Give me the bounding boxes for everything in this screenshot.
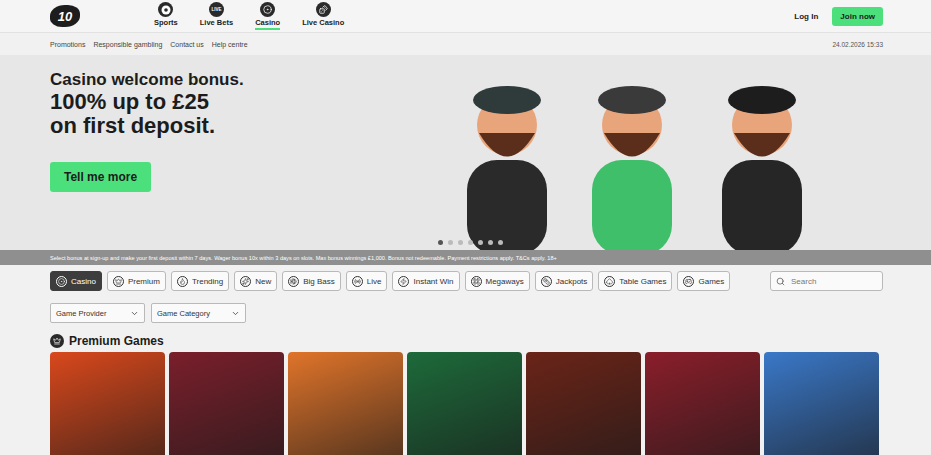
game-tile[interactable] (645, 352, 760, 455)
chevron-down-icon (231, 309, 240, 318)
game-tile[interactable] (764, 352, 879, 455)
logo[interactable]: 10 (50, 5, 80, 27)
characters-icon (412, 55, 862, 250)
filter-dropdown[interactable]: Game Category (151, 303, 246, 323)
category-icon (288, 276, 299, 287)
nav-item[interactable]: LIVELive Bets (200, 2, 233, 30)
carousel-dot[interactable] (438, 240, 443, 245)
timestamp: 24.02.2026 15:33 (832, 41, 883, 48)
carousel-dot[interactable] (488, 240, 493, 245)
hero-headline: on first deposit. (50, 114, 370, 138)
main-nav: Sports LIVELive Bets Casino Live Casino (154, 2, 794, 30)
terms-strip: Select bonus at sign-up and make your fi… (0, 250, 931, 265)
character-figure (592, 86, 672, 250)
game-row (0, 352, 931, 455)
category-chip[interactable]: Games (677, 271, 730, 291)
ball-icon (161, 5, 171, 15)
crown-icon (50, 334, 64, 348)
section-header: Premium Games (0, 334, 931, 348)
game-tile[interactable] (526, 352, 641, 455)
search-icon (776, 277, 785, 286)
filter-dropdown[interactable]: Game Provider (50, 303, 145, 323)
category-chip[interactable]: Megaways (465, 271, 530, 291)
category-icon (683, 276, 694, 287)
sub-nav-link[interactable]: Contact us (170, 41, 203, 48)
top-bar: 10 Sports LIVELive Bets Casino Live Casino Lo… (0, 0, 931, 32)
carousel-dot[interactable] (458, 240, 463, 245)
sub-nav-link[interactable]: Responsible gambling (93, 41, 162, 48)
carousel-dot[interactable] (448, 240, 453, 245)
game-tile[interactable] (169, 352, 284, 455)
category-icon (398, 276, 409, 287)
category-chip[interactable]: Jackpots (535, 271, 594, 291)
carousel-dot[interactable] (498, 240, 503, 245)
nav-item[interactable]: Sports (154, 2, 178, 30)
hero-banner: Casino welcome bonus.100% up to £25on fi… (0, 55, 931, 265)
category-icon (604, 276, 615, 287)
tell-me-more-button[interactable]: Tell me more (50, 162, 151, 192)
search-field[interactable] (770, 271, 883, 291)
sub-nav: Promotions Responsible gambling Contact us… (0, 32, 931, 55)
filter-row: Game Provider Game Category (0, 303, 931, 323)
game-tile[interactable] (50, 352, 165, 455)
nav-icon (260, 2, 275, 17)
category-chip[interactable]: Trending (171, 271, 229, 291)
section-title: Premium Games (69, 334, 164, 348)
login-link[interactable]: Log In (794, 12, 818, 21)
category-bar: CasinoPremiumTrendingNewBig BassLiveInst… (0, 271, 931, 291)
game-tile[interactable] (407, 352, 522, 455)
nav-item[interactable]: Casino (255, 2, 280, 30)
category-icon (113, 276, 124, 287)
category-icon (471, 276, 482, 287)
join-button[interactable]: Join now (832, 7, 883, 26)
nav-icon (158, 2, 173, 17)
chevron-down-icon (130, 309, 139, 318)
game-tile[interactable] (288, 352, 403, 455)
category-icon (56, 276, 67, 287)
character-figure (722, 86, 802, 250)
category-icon (177, 276, 188, 287)
carousel-dot[interactable] (468, 240, 473, 245)
sub-nav-link[interactable]: Help centre (212, 41, 248, 48)
category-chip[interactable]: Casino (50, 271, 102, 291)
category-chip[interactable]: Live (346, 271, 388, 291)
casino-page: 10 Sports LIVELive Bets Casino Live Casino Lo… (0, 0, 931, 455)
category-chip[interactable]: New (234, 271, 277, 291)
carousel-dot[interactable] (478, 240, 483, 245)
nav-icon: LIVE (209, 2, 224, 17)
sub-nav-link[interactable]: Promotions (50, 41, 85, 48)
category-chip[interactable]: Table Games (598, 271, 672, 291)
category-chip[interactable]: Instant Win (392, 271, 459, 291)
category-icon (541, 276, 552, 287)
nav-icon (316, 2, 331, 17)
character-figure (467, 86, 547, 250)
hero-kicker: Casino welcome bonus. (50, 70, 370, 90)
category-icon (352, 276, 363, 287)
category-chip[interactable]: Big Bass (282, 271, 341, 291)
category-icon (240, 276, 251, 287)
category-chip[interactable]: Premium (107, 271, 166, 291)
hero-headline: 100% up to £25 (50, 90, 370, 114)
carousel-dots (438, 240, 503, 245)
search-input[interactable] (789, 276, 877, 287)
hero-illustration (370, 55, 883, 250)
nav-item[interactable]: Live Casino (302, 2, 344, 30)
